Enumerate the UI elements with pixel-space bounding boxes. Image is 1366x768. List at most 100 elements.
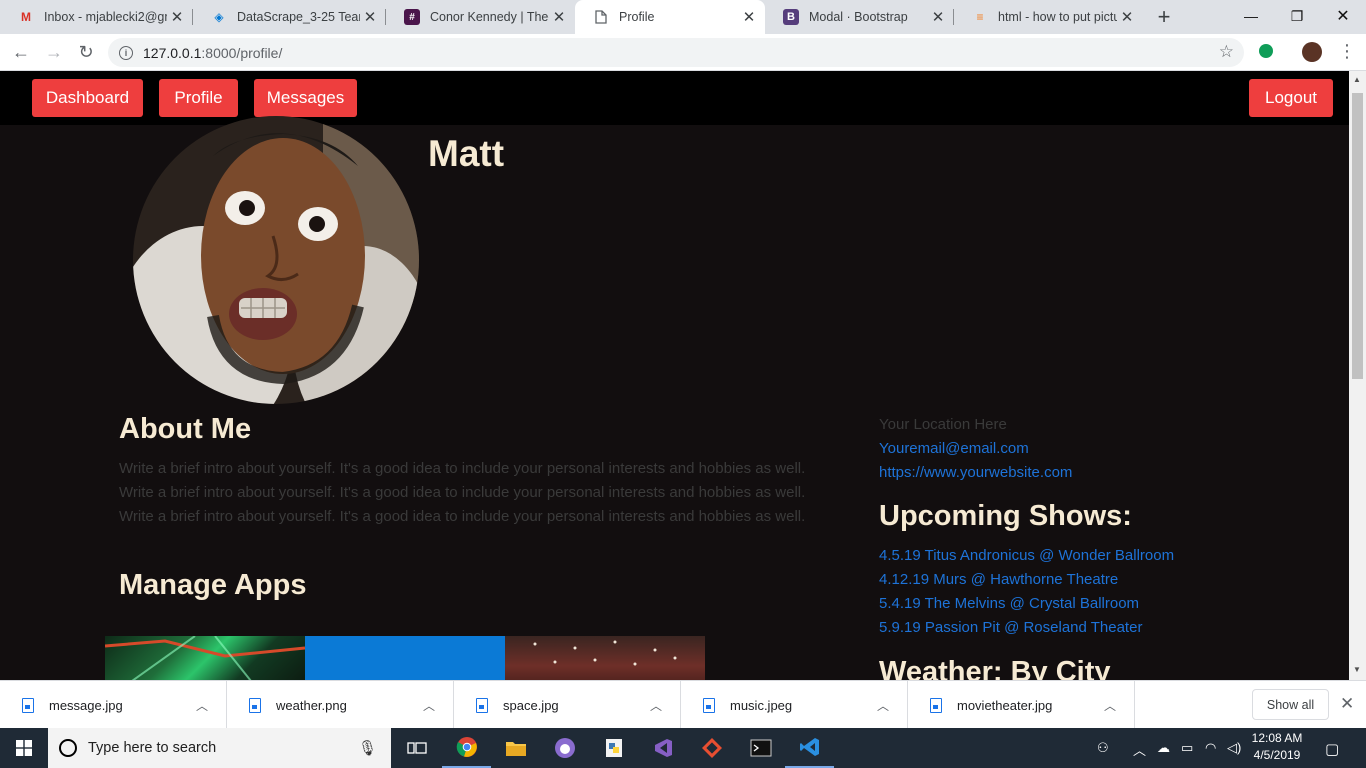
close-icon[interactable]: ✕ [360, 8, 380, 26]
logout-button[interactable]: Logout [1249, 79, 1333, 117]
page-viewport: Dashboard Profile Messages Logout Matt A… [0, 71, 1349, 680]
address-bar[interactable]: i 127.0.0.1:8000/profile/ ☆ [108, 38, 1244, 67]
weather-heading: Weather: By City [879, 656, 1111, 680]
tab-title: Modal · Bootstrap [809, 10, 908, 24]
people-icon[interactable]: ⚇ [1097, 740, 1109, 756]
stackoverflow-icon: ≡ [976, 10, 984, 24]
page-icon [593, 9, 609, 25]
profile-name: Matt [428, 133, 505, 174]
dashboard-button[interactable]: Dashboard [32, 79, 143, 117]
file-explorer-icon[interactable] [491, 728, 540, 768]
apps-heading: Manage Apps [119, 569, 307, 601]
chrome-icon[interactable] [442, 728, 491, 768]
tab-bootstrap[interactable]: B Modal · Bootstrap ✕ [765, 0, 954, 34]
page-scrollbar[interactable]: ▲ ▼ [1349, 71, 1366, 680]
file-icon [703, 697, 715, 713]
tab-strip: M Inbox - mjablecki2@gm ✕ ◈ DataScrape_3… [0, 0, 1366, 34]
app-tile-theater[interactable] [505, 636, 705, 680]
messages-button[interactable]: Messages [254, 79, 357, 117]
downloads-bar: message.jpg ︿ weather.png ︿ space.jpg ︿ … [0, 680, 1366, 729]
chevron-up-icon[interactable]: ︿ [1133, 740, 1146, 759]
tab-title: Inbox - mjablecki2@gm [44, 10, 167, 24]
tab-title: DataScrape_3-25 Team [237, 10, 360, 24]
shows-heading: Upcoming Shows: [879, 500, 1132, 532]
show-link[interactable]: 4.5.19 Titus Andronicus @ Wonder Ballroo… [879, 547, 1174, 564]
profile-button[interactable]: Profile [159, 79, 238, 117]
close-icon[interactable]: ✕ [1340, 694, 1354, 714]
info-icon[interactable]: i [119, 45, 133, 60]
profile-avatar-icon[interactable] [1302, 42, 1322, 62]
tab-inbox[interactable]: M Inbox - mjablecki2@gm ✕ [0, 0, 193, 34]
reload-icon[interactable]: ↻ [75, 41, 97, 63]
app-tile-blue[interactable] [305, 636, 505, 680]
file-icon [930, 697, 942, 713]
visual-studio-icon[interactable] [638, 728, 687, 768]
tab-datascrape[interactable]: ◈ DataScrape_3-25 Team ✕ [193, 0, 386, 34]
close-icon[interactable]: ✕ [549, 8, 569, 26]
microphone-icon[interactable]: 🎙 [358, 739, 377, 757]
github-desktop-icon[interactable] [540, 728, 589, 768]
cortana-icon [59, 739, 77, 757]
window-close-icon[interactable]: ✕ [1320, 0, 1366, 32]
email-link[interactable]: Youremail@email.com [879, 440, 1029, 457]
tab-slack[interactable]: # Conor Kennedy | The-Te ✕ [386, 0, 575, 34]
show-link[interactable]: 4.12.19 Murs @ Hawthorne Theatre [879, 571, 1118, 588]
volume-icon[interactable]: ◁) [1227, 740, 1241, 756]
taskbar-search[interactable]: Type here to search 🎙 [48, 728, 391, 768]
tab-profile[interactable]: Profile ✕ [575, 0, 765, 34]
menu-icon[interactable]: ⋮ [1338, 41, 1356, 61]
close-icon[interactable]: ✕ [739, 8, 759, 26]
new-tab-button[interactable]: + [1152, 6, 1176, 28]
git-icon[interactable] [687, 728, 736, 768]
download-item[interactable]: message.jpg ︿ [0, 681, 227, 729]
vscode-icon[interactable] [785, 728, 834, 768]
show-link[interactable]: 5.4.19 The Melvins @ Crystal Ballroom [879, 595, 1139, 612]
chevron-up-icon[interactable]: ︿ [877, 697, 889, 714]
scrollbar-thumb[interactable] [1352, 93, 1363, 379]
tab-stackoverflow[interactable]: ≡ html - how to put pictu ✕ [954, 0, 1143, 34]
download-item[interactable]: movietheater.jpg ︿ [908, 681, 1135, 729]
file-icon [22, 697, 34, 713]
system-clock[interactable]: 12:08 AM 4/5/2019 [1248, 730, 1306, 764]
clock-time: 12:08 AM [1251, 731, 1303, 745]
scroll-up-icon[interactable]: ▲ [1353, 75, 1361, 84]
python-icon[interactable] [589, 728, 638, 768]
windows-taskbar: Type here to search 🎙 ⚇ ︿ ☁ ▭ ◠ ◁) 12:08… [0, 728, 1366, 768]
windows-start-icon[interactable] [0, 728, 48, 768]
download-item[interactable]: music.jpeg ︿ [681, 681, 908, 729]
chevron-up-icon[interactable]: ︿ [423, 697, 435, 714]
extension-icon[interactable] [1259, 44, 1273, 58]
close-icon[interactable]: ✕ [928, 8, 948, 26]
about-text: Write a brief intro about yourself. It's… [119, 460, 806, 525]
download-item[interactable]: space.jpg ︿ [454, 681, 681, 729]
download-item[interactable]: weather.png ︿ [227, 681, 454, 729]
chevron-up-icon[interactable]: ︿ [1104, 697, 1116, 714]
chevron-up-icon[interactable]: ︿ [196, 697, 208, 714]
app-tile-concert[interactable] [104, 635, 306, 680]
show-all-button[interactable]: Show all [1252, 689, 1329, 720]
back-icon[interactable]: ← [10, 41, 32, 63]
url-text[interactable]: 127.0.0.1:8000/profile/ [143, 45, 282, 61]
clock-date: 4/5/2019 [1253, 748, 1301, 762]
bookmark-star-icon[interactable]: ☆ [1219, 42, 1234, 62]
show-link[interactable]: 5.9.19 Passion Pit @ Roseland Theater [879, 619, 1142, 636]
notifications-icon[interactable]: ▢ [1325, 740, 1339, 758]
terminal-icon[interactable] [736, 728, 785, 768]
bootstrap-icon: B [783, 9, 799, 25]
chevron-up-icon[interactable]: ︿ [650, 697, 662, 714]
browser-toolbar: ← → ↻ i 127.0.0.1:8000/profile/ ☆ ⋮ [0, 34, 1366, 71]
battery-icon[interactable]: ▭ [1181, 740, 1193, 756]
minimize-icon[interactable]: — [1228, 0, 1274, 32]
download-filename: space.jpg [503, 697, 559, 713]
close-icon[interactable]: ✕ [167, 8, 187, 26]
scroll-down-icon[interactable]: ▼ [1353, 665, 1361, 674]
location-text: Your Location Here [879, 416, 1007, 433]
wifi-icon[interactable]: ◠ [1205, 740, 1216, 756]
forward-icon[interactable]: → [43, 41, 65, 63]
maximize-icon[interactable]: ❐ [1274, 0, 1320, 32]
task-view-icon[interactable] [392, 728, 441, 768]
website-link[interactable]: https://www.yourwebsite.com [879, 464, 1072, 481]
close-icon[interactable]: ✕ [1117, 8, 1137, 26]
onedrive-icon[interactable]: ☁ [1157, 740, 1170, 756]
file-icon [476, 697, 488, 713]
